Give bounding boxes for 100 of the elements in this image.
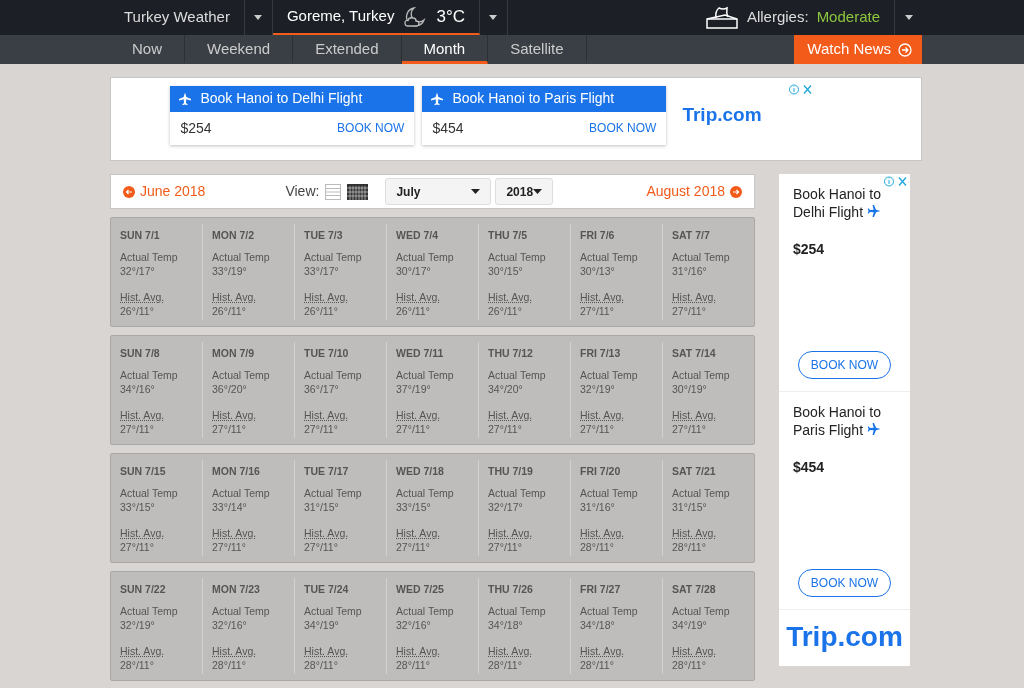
actual-temp-label: Actual Temp xyxy=(488,250,547,264)
day-label: SAT 7/7 xyxy=(672,228,711,242)
arrow-left-circle-icon xyxy=(123,185,135,198)
day-label: SAT 7/28 xyxy=(672,582,717,596)
ad-price: $454 xyxy=(793,458,826,477)
ad-brand-logo[interactable]: Trip.com xyxy=(786,616,903,658)
hist-avg-label: Hist. Avg. xyxy=(488,290,534,304)
hist-avg-label: Hist. Avg. xyxy=(580,526,626,540)
actual-temp-value: 32°/17° xyxy=(488,500,524,514)
ad-brand-logo[interactable]: Trip.com xyxy=(682,100,762,130)
actual-temp-label: Actual Temp xyxy=(580,604,639,618)
hist-avg-label: Hist. Avg. xyxy=(488,408,534,422)
actual-temp-label: Actual Temp xyxy=(212,604,271,618)
hist-avg-value: 28°/11° xyxy=(580,540,615,554)
hist-avg-value: 28°/11° xyxy=(120,658,155,672)
month-select[interactable]: July xyxy=(385,178,492,205)
ad-offer-card[interactable]: Book Hanoi to Delhi Flight $254 BOOK NOW xyxy=(170,85,415,145)
hist-avg-value: 26°/11° xyxy=(304,304,339,318)
actual-temp-label: Actual Temp xyxy=(488,368,547,382)
book-now-button[interactable]: BOOK NOW xyxy=(798,569,891,597)
hist-avg-value: 27°/11° xyxy=(488,540,523,554)
hist-avg-value: 27°/11° xyxy=(120,540,155,554)
actual-temp-label: Actual Temp xyxy=(672,604,731,618)
day-label: WED 7/4 xyxy=(396,228,439,242)
book-now-button[interactable]: BOOK NOW xyxy=(337,119,405,137)
actual-temp-value: 36°/20° xyxy=(212,382,248,396)
day-label: TUE 7/10 xyxy=(304,346,350,360)
day-label: WED 7/11 xyxy=(396,346,445,360)
hist-avg-value: 28°/11° xyxy=(396,658,431,672)
ad-price: $254 xyxy=(793,240,826,259)
actual-temp-value: 33°/14° xyxy=(212,500,248,514)
hist-avg-label: Hist. Avg. xyxy=(580,644,626,658)
ad-offer-card[interactable]: Book Hanoi to Paris Flight $454 BOOK NOW xyxy=(422,85,667,145)
actual-temp-value: 33°/17° xyxy=(304,264,340,278)
tissue-box-icon xyxy=(704,5,739,30)
caret-icon xyxy=(253,14,264,21)
actual-temp-value: 34°/16° xyxy=(120,382,156,396)
calendar-grid-view-icon[interactable] xyxy=(347,183,369,200)
actual-temp-label: Actual Temp xyxy=(120,486,179,500)
book-now-button[interactable]: BOOK NOW xyxy=(589,119,657,137)
actual-temp-label: Actual Temp xyxy=(580,368,639,382)
nav-tab[interactable]: Satellite xyxy=(488,35,587,64)
previous-month-link[interactable]: June 2018 xyxy=(123,181,206,202)
nav-tab[interactable]: Month xyxy=(401,35,489,64)
hist-avg-value: 27°/11° xyxy=(120,422,155,436)
actual-temp-value: 37°/19° xyxy=(396,382,432,396)
hist-avg-label: Hist. Avg. xyxy=(304,644,350,658)
nav-tab[interactable]: Now xyxy=(110,35,185,64)
hist-avg-value: 27°/11° xyxy=(672,304,707,318)
hist-avg-value: 28°/11° xyxy=(488,658,523,672)
nav-tab[interactable]: Extended xyxy=(293,35,402,64)
hist-avg-value: 26°/11° xyxy=(120,304,155,318)
allergies-level: Moderate xyxy=(816,7,880,28)
day-label: MON 7/9 xyxy=(212,346,255,360)
actual-temp-value: 30°/19° xyxy=(672,382,708,396)
location-name[interactable]: Goreme, Turkey xyxy=(286,5,395,28)
day-label: FRI 7/6 xyxy=(580,228,616,242)
actual-temp-value: 34°/19° xyxy=(304,618,340,632)
hist-avg-label: Hist. Avg. xyxy=(212,526,258,540)
hist-avg-label: Hist. Avg. xyxy=(120,408,166,422)
book-now-button[interactable]: BOOK NOW xyxy=(798,351,891,379)
ad-offer-title[interactable]: Book Hanoi to Delhi Flight xyxy=(793,186,883,221)
ad-info-close-icon[interactable] xyxy=(884,176,908,187)
actual-temp-label: Actual Temp xyxy=(212,250,271,264)
day-label: FRI 7/27 xyxy=(580,582,622,596)
day-label: MON 7/23 xyxy=(212,582,261,596)
day-label: THU 7/5 xyxy=(488,228,529,242)
nav-tab[interactable]: Weekend xyxy=(185,35,294,64)
day-label: TUE 7/17 xyxy=(304,464,350,478)
hist-avg-label: Hist. Avg. xyxy=(212,644,258,658)
actual-temp-label: Actual Temp xyxy=(212,368,271,382)
hist-avg-value: 26°/11° xyxy=(488,304,523,318)
actual-temp-label: Actual Temp xyxy=(120,368,179,382)
actual-temp-label: Actual Temp xyxy=(672,250,731,264)
day-label: TUE 7/3 xyxy=(304,228,344,242)
actual-temp-value: 32°/16° xyxy=(212,618,248,632)
day-label: SUN 7/22 xyxy=(120,582,167,596)
day-label: MON 7/16 xyxy=(212,464,261,478)
actual-temp-value: 33°/15° xyxy=(396,500,432,514)
ad-price: $254 xyxy=(180,118,212,138)
ad-info-close-icon[interactable] xyxy=(789,84,813,95)
hist-avg-value: 27°/11° xyxy=(212,422,247,436)
next-month-link[interactable]: August 2018 xyxy=(646,181,742,202)
actual-temp-label: Actual Temp xyxy=(396,604,455,618)
hist-avg-label: Hist. Avg. xyxy=(396,526,442,540)
caret-icon xyxy=(488,14,499,21)
temperature: 3°C xyxy=(436,5,465,28)
hist-avg-value: 28°/11° xyxy=(672,540,707,554)
actual-temp-value: 30°/17° xyxy=(396,264,432,278)
hist-avg-value: 27°/11° xyxy=(212,540,247,554)
actual-temp-value: 34°/18° xyxy=(488,618,524,632)
list-view-icon[interactable] xyxy=(325,183,342,200)
day-label: FRI 7/20 xyxy=(580,464,622,478)
ad-offer-title[interactable]: Book Hanoi to Paris Flight xyxy=(793,404,883,439)
year-select[interactable]: 2018 xyxy=(495,178,554,205)
hist-avg-label: Hist. Avg. xyxy=(672,526,718,540)
hist-avg-label: Hist. Avg. xyxy=(212,290,258,304)
actual-temp-label: Actual Temp xyxy=(672,486,731,500)
hist-avg-label: Hist. Avg. xyxy=(304,408,350,422)
day-label: FRI 7/13 xyxy=(580,346,622,360)
